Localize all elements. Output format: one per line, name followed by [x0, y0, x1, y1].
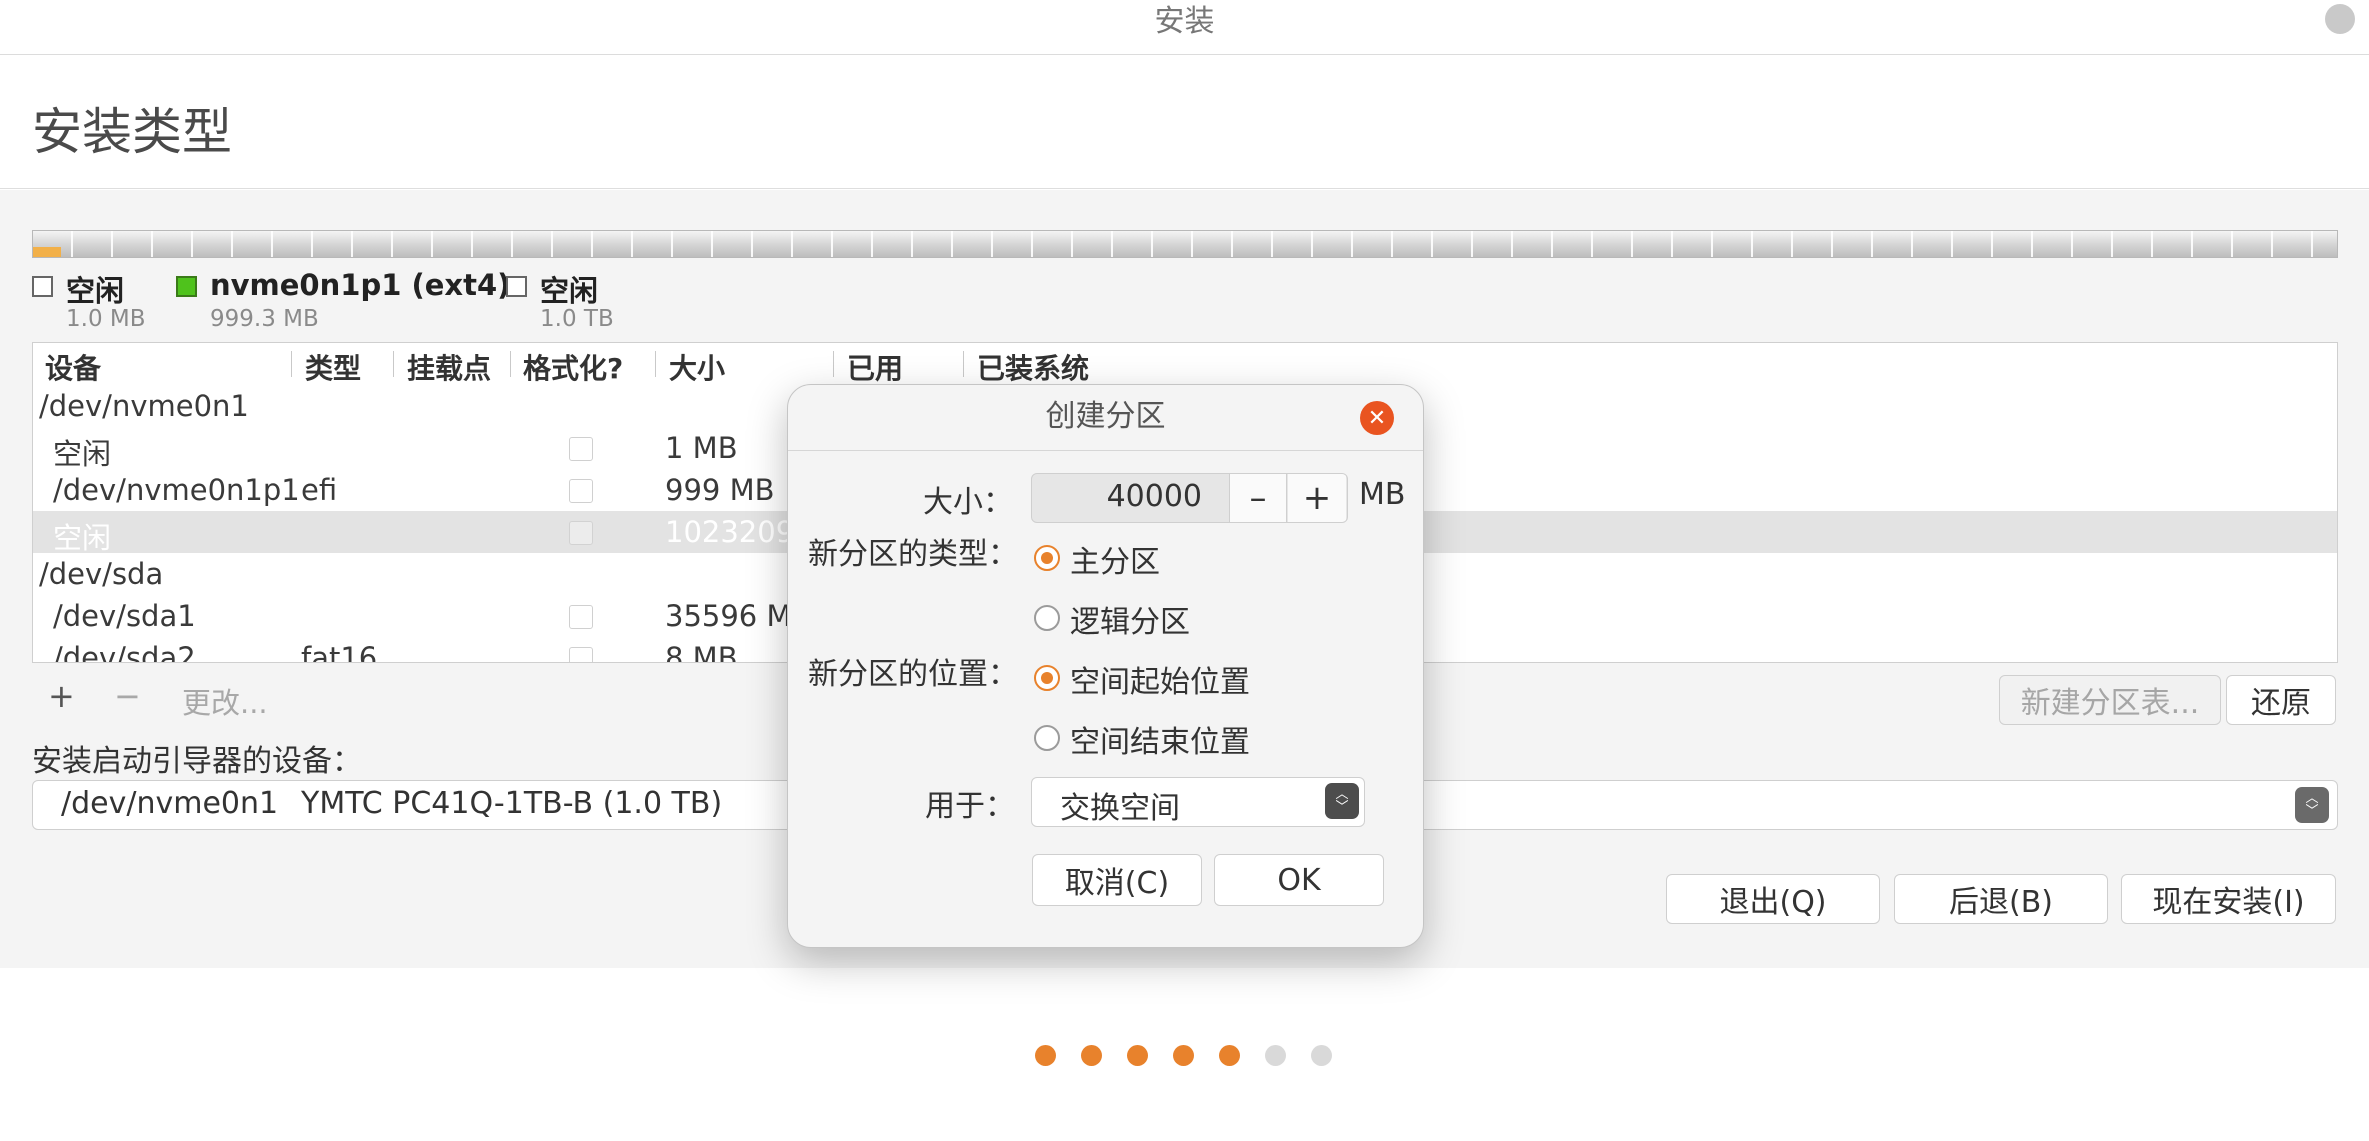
- size-unit: MB: [1359, 477, 1406, 512]
- boot-device-path: /dev/nvme0n1: [61, 786, 279, 821]
- size-decrement-button[interactable]: –: [1229, 474, 1287, 522]
- legend-swatch: [32, 276, 53, 297]
- disk-usage-bar: [32, 230, 2338, 258]
- boot-device-label: 安装启动引导器的设备：: [32, 744, 362, 779]
- progress-dot-pending: [1311, 1045, 1332, 1066]
- progress-dot-complete: [1173, 1045, 1194, 1066]
- column-header-format[interactable]: 格式化?: [523, 347, 623, 387]
- format-checkbox[interactable]: [569, 437, 593, 461]
- add-partition-button[interactable]: +: [48, 677, 75, 715]
- revert-button[interactable]: 还原: [2226, 675, 2336, 725]
- column-header-systems[interactable]: 已装系统: [977, 347, 1089, 387]
- cell-type: efi: [301, 473, 338, 507]
- cell-device: /dev/sda2: [53, 641, 196, 663]
- progress-dot-complete: [1081, 1045, 1102, 1066]
- column-separator: [655, 351, 656, 377]
- column-header-device[interactable]: 设备: [45, 347, 101, 387]
- dialog-title: 创建分区: [1045, 399, 1166, 434]
- install-now-button[interactable]: 现在安装(I): [2121, 874, 2336, 924]
- legend-label: 空闲: [540, 274, 599, 308]
- disk-bar-ticks: [33, 231, 2337, 257]
- cell-device: 空闲: [53, 437, 112, 471]
- format-checkbox[interactable]: [569, 521, 593, 545]
- format-checkbox[interactable]: [569, 479, 593, 503]
- disk-bar-segment-efi: [33, 247, 61, 257]
- change-partition-button[interactable]: 更改...: [182, 680, 268, 722]
- partition-type-label: 新分区的类型：: [808, 537, 1018, 572]
- legend-swatch: [506, 276, 527, 297]
- window-title: 安装: [1154, 4, 1215, 39]
- cell-device: /dev/nvme0n1: [39, 389, 249, 423]
- progress-dot-complete: [1127, 1045, 1148, 1066]
- boot-device-model: YMTC PC41Q-1TB-B (1.0 TB): [301, 786, 723, 821]
- radio-location-start-label[interactable]: 空间起始位置: [1070, 657, 1250, 701]
- progress-dot-complete: [1035, 1045, 1056, 1066]
- size-spinbutton[interactable]: 40000 – +: [1031, 473, 1348, 523]
- cell-device: /dev/sda1: [53, 599, 196, 633]
- chevron-updown-icon: ︿ ﹀: [2295, 787, 2329, 823]
- radio-logical-label[interactable]: 逻辑分区: [1070, 597, 1190, 641]
- size-increment-button[interactable]: +: [1288, 474, 1346, 522]
- radio-location-start[interactable]: [1034, 665, 1060, 691]
- use-as-label: 用于：: [925, 789, 1015, 824]
- format-checkbox[interactable]: [569, 647, 593, 662]
- window-close-button[interactable]: [2325, 4, 2355, 34]
- quit-button[interactable]: 退出(Q): [1666, 874, 1880, 924]
- cell-size: 1023209: [665, 515, 795, 549]
- column-header-mount[interactable]: 挂载点: [407, 347, 491, 387]
- column-header-used[interactable]: 已用: [847, 347, 903, 387]
- legend-swatch: [176, 276, 197, 297]
- radio-location-end-label[interactable]: 空间结束位置: [1070, 717, 1250, 761]
- window-titlebar: 安装: [0, 0, 2369, 55]
- partition-location-label: 新分区的位置：: [808, 657, 1018, 692]
- progress-dot-complete: [1219, 1045, 1240, 1066]
- close-icon[interactable]: ✕: [1360, 401, 1394, 435]
- use-as-value: 交换空间: [1060, 791, 1180, 826]
- legend-size: 1.0 TB: [540, 306, 614, 332]
- legend-size: 1.0 MB: [66, 306, 146, 332]
- dialog-header: 创建分区 ✕: [788, 385, 1423, 451]
- new-partition-table-button[interactable]: 新建分区表...: [1999, 675, 2221, 725]
- ok-button[interactable]: OK: [1214, 854, 1384, 906]
- cell-device: 空闲: [53, 521, 112, 555]
- legend-label: nvme0n1p1 (ext4): [210, 268, 511, 302]
- cell-device: /dev/sda: [39, 557, 164, 591]
- radio-location-end[interactable]: [1034, 725, 1060, 751]
- progress-dot-pending: [1265, 1045, 1286, 1066]
- column-header-size[interactable]: 大小: [669, 347, 725, 387]
- cell-size: 999 MB: [665, 473, 775, 507]
- cell-size: 1 MB: [665, 431, 738, 465]
- legend-label: 空闲: [66, 274, 125, 308]
- cell-size: 8 MB: [665, 641, 738, 663]
- column-separator: [833, 351, 834, 377]
- table-header: 设备 类型 挂载点 格式化? 大小 已用 已装系统: [33, 343, 2337, 385]
- radio-logical[interactable]: [1034, 605, 1060, 631]
- column-separator: [963, 351, 964, 377]
- radio-primary[interactable]: [1034, 545, 1060, 571]
- use-as-select[interactable]: 交换空间 ︿ ﹀: [1031, 777, 1365, 827]
- cell-type: fat16: [301, 641, 378, 663]
- remove-partition-button[interactable]: −: [114, 677, 141, 715]
- radio-primary-label[interactable]: 主分区: [1070, 537, 1160, 581]
- size-label: 大小：: [923, 485, 1013, 520]
- cancel-button[interactable]: 取消(C): [1032, 854, 1202, 906]
- page-title: 安装类型: [32, 103, 232, 161]
- cell-device: /dev/nvme0n1p1: [53, 473, 300, 507]
- column-separator: [291, 351, 292, 377]
- format-checkbox[interactable]: [569, 605, 593, 629]
- column-header-type[interactable]: 类型: [305, 347, 361, 387]
- page-header: 安装类型: [0, 56, 2369, 189]
- back-button[interactable]: 后退(B): [1894, 874, 2108, 924]
- column-separator: [510, 351, 511, 377]
- size-input[interactable]: 40000: [1032, 479, 1202, 514]
- column-separator: [393, 351, 394, 377]
- chevron-updown-icon: ︿ ﹀: [1325, 783, 1359, 819]
- create-partition-dialog: 创建分区 ✕ 大小： 40000 – + MB 新分区的类型： 主分区 逻辑分区…: [787, 384, 1424, 948]
- legend-size: 999.3 MB: [210, 306, 319, 332]
